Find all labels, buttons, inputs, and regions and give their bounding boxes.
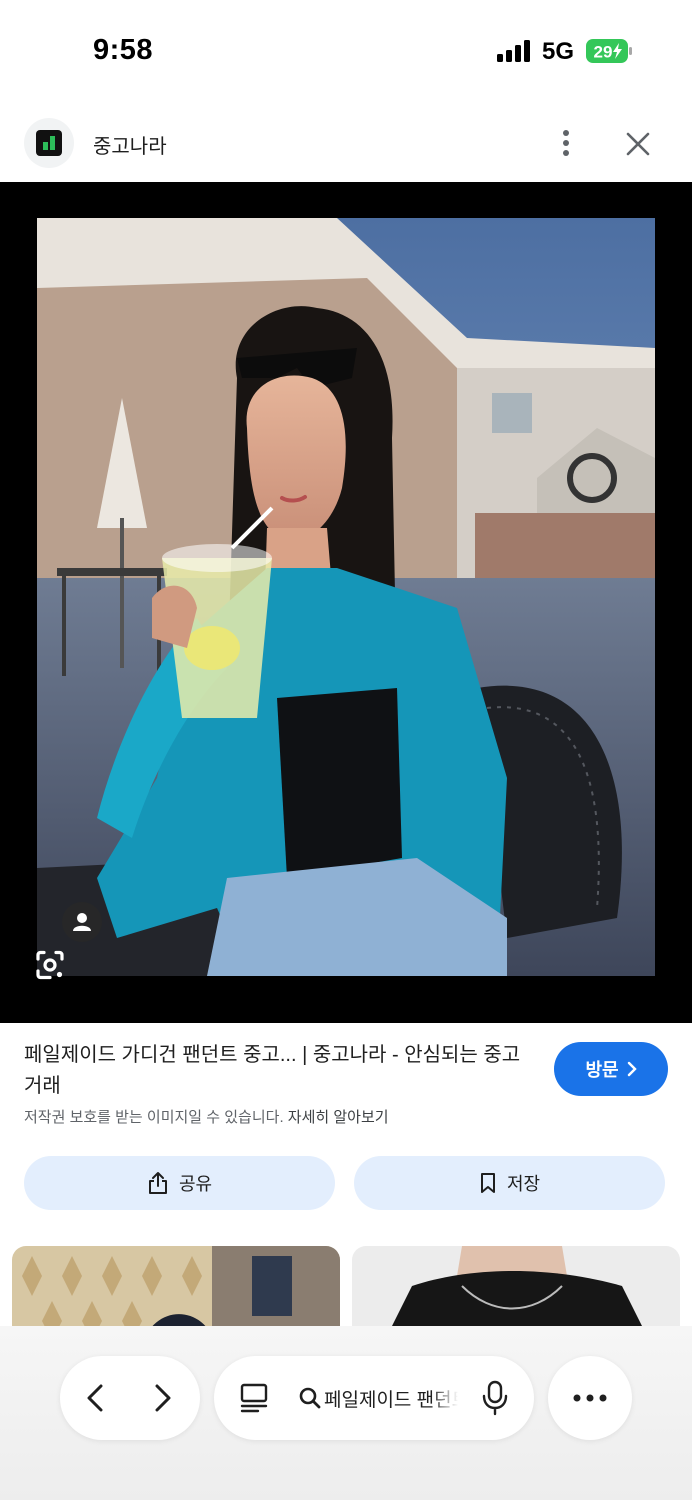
result-photo[interactable] [37,218,655,976]
tabs-icon[interactable] [238,1382,270,1414]
search-bar[interactable]: 페일제이드 팬던트 [214,1356,534,1440]
chevron-left-icon[interactable] [74,1376,118,1420]
learn-more-link[interactable]: 자세히 알아보기 [288,1109,389,1126]
share-button[interactable]: 공유 [24,1156,335,1210]
save-button[interactable]: 저장 [354,1156,665,1210]
google-lens-icon[interactable] [24,939,76,991]
mic-icon[interactable] [480,1380,510,1416]
share-label: 공유 [178,1174,213,1194]
site-name[interactable]: 중고나라 [93,130,167,159]
copyright-text: 저작권 보호를 받는 이미지일 수 있습니다. [24,1109,284,1126]
copyright-notice: 저작권 보호를 받는 이미지일 수 있습니다. 자세히 알아보기 [24,1106,389,1127]
history-nav [60,1356,200,1440]
save-label: 저장 [506,1174,541,1194]
visit-label: 방문 [585,1060,619,1080]
status-bar: 9:58 5G 29 [0,0,692,100]
more-horiz-icon[interactable] [548,1356,632,1440]
visit-button[interactable]: 방문 [554,1042,668,1096]
image-viewer[interactable] [0,182,692,1023]
cellular-signal-icon [497,40,530,62]
site-header: 중고나라 [0,112,692,174]
battery-icon: 29 [586,39,632,63]
junggonara-logo-icon [36,130,62,156]
battery-level: 29 [594,43,613,62]
close-icon[interactable] [622,128,654,160]
network-type: 5G [542,38,575,65]
search-icon [299,1387,321,1409]
chevron-right-icon [627,1061,637,1077]
more-vert-icon[interactable] [552,128,580,158]
chevron-right-icon[interactable] [140,1376,184,1420]
search-query[interactable]: 페일제이드 팬던트 [324,1385,458,1412]
status-time: 9:58 [93,34,154,66]
bookmark-icon [480,1173,495,1193]
share-icon [148,1172,167,1194]
person-icon[interactable] [62,902,102,942]
result-title[interactable]: 페일제이드 가디건 팬던트 중고... | 중고나라 - 안심되는 중고거래 [24,1040,532,1102]
site-logo[interactable] [24,118,74,168]
